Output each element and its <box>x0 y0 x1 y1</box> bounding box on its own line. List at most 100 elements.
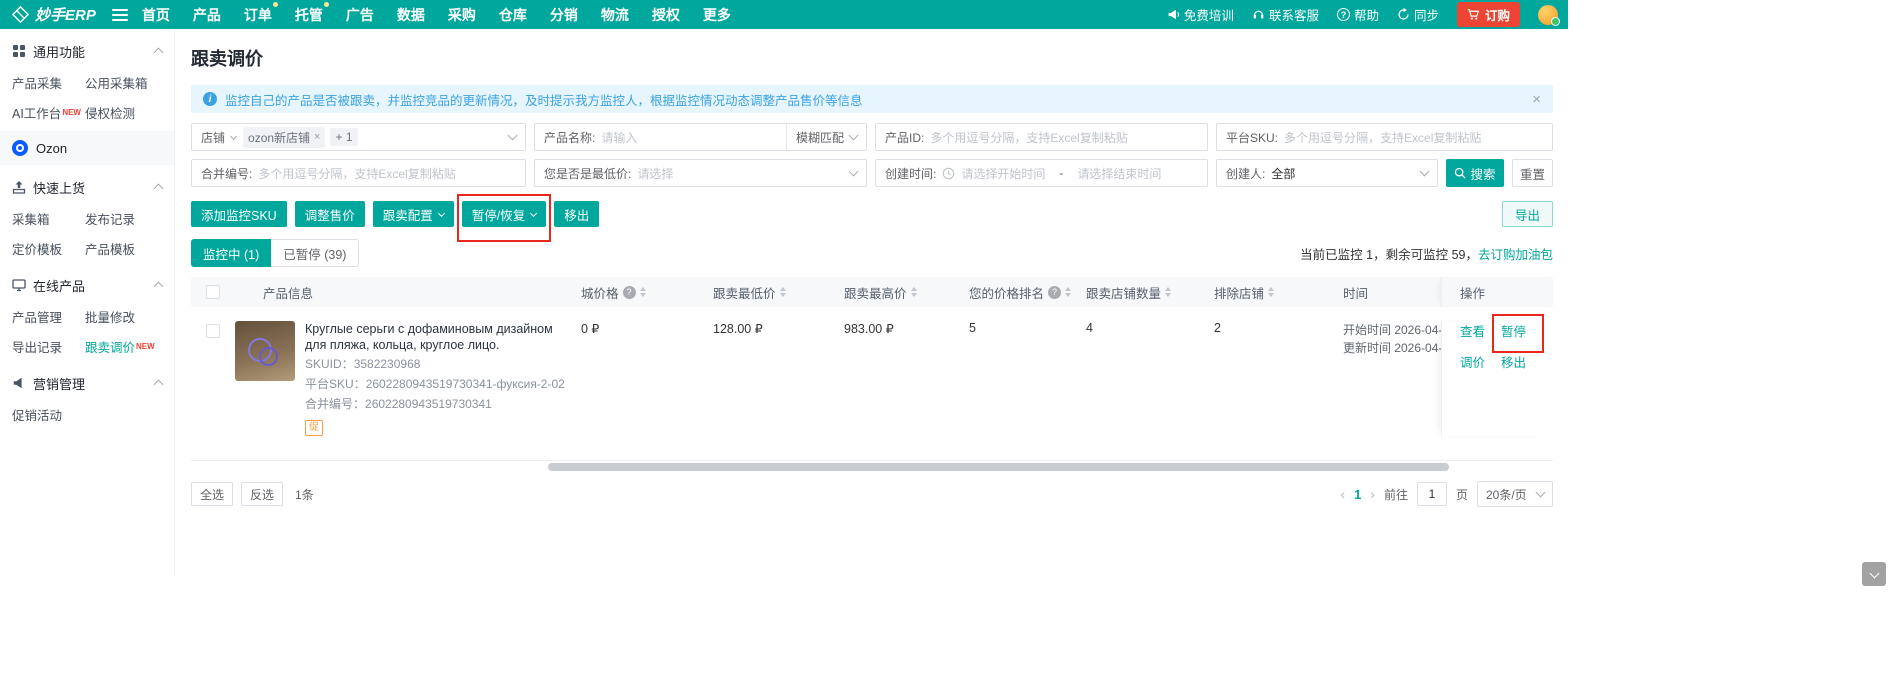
help-label: 帮助 <box>1353 9 1379 23</box>
nav-item-managed[interactable]: 托管 <box>295 1 329 25</box>
time-separator: - <box>1059 166 1064 180</box>
user-avatar[interactable] <box>1538 4 1560 26</box>
shop-tag-label: ozon新店铺 <box>248 130 311 145</box>
match-mode-select[interactable]: 模糊匹配 <box>785 124 859 150</box>
pause-resume-button[interactable]: 暂停/恢复 <box>461 201 547 227</box>
creator-select[interactable]: 创建人: 全部 <box>1216 159 1438 187</box>
pause-link[interactable]: 暂停 <box>1501 325 1526 339</box>
adjust-price-link[interactable]: 调价 <box>1460 352 1485 371</box>
nav-item-distribution[interactable]: 分销 <box>550 5 578 25</box>
nav-item-ads[interactable]: 广告 <box>346 5 374 25</box>
nav-item-authorization[interactable]: 授权 <box>652 5 680 25</box>
product-name-placeholder: 请输入 <box>601 130 638 145</box>
platform-sku-placeholder: 多个用逗号分隔，支持Excel复制粘贴 <box>1284 130 1482 145</box>
sidebar-item-promotions[interactable]: 促销活动 <box>12 399 85 429</box>
chevron-down-icon <box>848 166 859 177</box>
lowest-price-select[interactable]: 您是否是最低价: 请选择 <box>534 159 867 187</box>
nav-item-products[interactable]: 产品 <box>193 5 221 25</box>
chevron-down-icon <box>1869 568 1879 578</box>
nav-item-warehouse[interactable]: 仓库 <box>499 5 527 25</box>
tab-monitoring[interactable]: 监控中 (1) <box>191 239 272 267</box>
adjust-price-button[interactable]: 调整售价 <box>294 201 365 227</box>
merge-number-label: 合并编号: <box>201 166 253 181</box>
sort-icon[interactable] <box>639 287 646 297</box>
select-all-button[interactable]: 全选 <box>191 482 234 506</box>
question-icon[interactable]: ? <box>1048 285 1062 299</box>
nav-item-logistics[interactable]: 物流 <box>601 5 629 25</box>
sort-icon[interactable] <box>1065 287 1072 297</box>
free-training-link[interactable]: 免费培训 <box>1167 5 1234 24</box>
search-icon <box>1455 167 1467 179</box>
current-page[interactable]: 1 <box>1354 487 1361 502</box>
sidebar-group-marketing[interactable]: 营销管理 <box>0 367 174 399</box>
product-name-input[interactable]: 产品名称: 请输入 模糊匹配 <box>534 123 867 151</box>
sidebar-item-pricing-template[interactable]: 定价模板 <box>12 233 85 263</box>
sidebar-items-online-products: 产品管理 批量修改 导出记录 跟卖调价 NEW <box>0 301 174 361</box>
shop-filter-select[interactable]: 店铺 ozon新店铺 × + 1 <box>191 123 526 151</box>
scroll-corner-button[interactable] <box>1862 562 1886 586</box>
sidebar-group-title: 营销管理 <box>33 376 86 392</box>
nav-item-orders[interactable]: 订单 <box>244 1 278 25</box>
subscribe-button[interactable]: 订购 <box>1456 2 1520 27</box>
close-icon[interactable]: × <box>1532 91 1541 108</box>
tab-paused[interactable]: 已暂停 (39) <box>271 239 360 267</box>
sidebar-item-public-collect-box[interactable]: 公用采集箱 <box>85 67 174 97</box>
sort-icon[interactable] <box>1165 287 1172 297</box>
create-time-range-picker[interactable]: 创建时间: 请选择开始时间 - 请选择结束时间 <box>875 159 1208 187</box>
product-cell: Круглые серьги с дофаминовым дизайном дл… <box>235 321 581 436</box>
sidebar-item-batch-edit[interactable]: 批量修改 <box>85 301 174 331</box>
product-id-input[interactable]: 产品ID: 多个用逗号分隔，支持Excel复制粘贴 <box>875 123 1208 151</box>
nav-item-data[interactable]: 数据 <box>397 5 425 25</box>
sync-link[interactable]: 同步 <box>1397 5 1439 24</box>
sidebar-item-publish-records[interactable]: 发布记录 <box>85 203 174 233</box>
info-icon: i <box>203 92 217 106</box>
page-size-value: 20条/页 <box>1486 487 1527 502</box>
remove-link[interactable]: 移出 <box>1501 352 1526 371</box>
follow-sell-config-button[interactable]: 跟卖配置 <box>372 201 454 227</box>
sidebar-item-product-management[interactable]: 产品管理 <box>12 301 85 331</box>
sidebar-group-quick-listing[interactable]: 快速上货 <box>0 171 174 203</box>
sidebar-item-export-records[interactable]: 导出记录 <box>12 331 85 361</box>
select-all-checkbox[interactable] <box>206 285 220 299</box>
row-checkbox[interactable] <box>206 324 220 338</box>
create-time-label: 创建时间: <box>885 166 937 181</box>
merge-number-input[interactable]: 合并编号: 多个用逗号分隔，支持Excel复制粘贴 <box>191 159 526 187</box>
goto-page-input[interactable] <box>1416 482 1447 506</box>
app-logo[interactable]: 妙手ERP <box>12 4 96 25</box>
sidebar-item-ai-workbench[interactable]: AI工作台 NEW <box>12 97 85 127</box>
sort-icon[interactable] <box>779 287 786 297</box>
sidebar-item-product-collect[interactable]: 产品采集 <box>12 67 85 97</box>
time-cell: 开始时间 2026-04-0 更新时间 2026-04-0 <box>1329 321 1441 436</box>
page-size-select[interactable]: 20条/页 <box>1477 481 1553 507</box>
sidebar-item-product-template[interactable]: 产品模板 <box>85 233 174 263</box>
remove-button[interactable]: 移出 <box>554 201 600 227</box>
sort-icon[interactable] <box>910 287 917 297</box>
contact-support-link[interactable]: 联系客服 <box>1252 5 1319 24</box>
export-button[interactable]: 导出 <box>1501 201 1553 227</box>
sidebar-item-infringement-check[interactable]: 侵权检测 <box>85 97 174 127</box>
buy-addon-link[interactable]: 去订购加油包 <box>1478 248 1553 262</box>
reset-button[interactable]: 重置 <box>1512 159 1553 187</box>
sidebar-item-collect-box[interactable]: 采集箱 <box>12 203 85 233</box>
question-icon[interactable]: ? <box>622 285 636 299</box>
nav-item-home[interactable]: 首页 <box>142 5 170 25</box>
next-page-icon[interactable]: › <box>1370 486 1375 502</box>
prev-page-icon[interactable]: ‹ <box>1340 486 1345 502</box>
help-link[interactable]: ? 帮助 <box>1336 5 1379 24</box>
nav-item-purchase[interactable]: 采购 <box>448 5 476 25</box>
add-monitor-sku-button[interactable]: 添加监控SKU <box>191 201 287 227</box>
search-button[interactable]: 搜索 <box>1446 159 1504 187</box>
shop-tag[interactable]: ozon新店铺 × <box>243 126 326 148</box>
sidebar-group-online-products[interactable]: 在线产品 <box>0 269 174 301</box>
sidebar-item-follow-sell-pricing[interactable]: 跟卖调价 NEW <box>85 331 174 361</box>
horizontal-scrollbar-thumb[interactable] <box>548 463 1449 471</box>
sidebar-platform-ozon[interactable]: Ozon <box>0 131 174 165</box>
sort-icon[interactable] <box>1268 287 1275 297</box>
platform-sku-input[interactable]: 平台SKU: 多个用逗号分隔，支持Excel复制粘贴 <box>1216 123 1553 151</box>
invert-selection-button[interactable]: 反选 <box>241 482 284 506</box>
sidebar-group-general[interactable]: 通用功能 <box>0 35 174 67</box>
close-icon[interactable]: × <box>314 131 320 143</box>
nav-item-more[interactable]: 更多 <box>703 5 731 25</box>
hamburger-menu-icon[interactable] <box>111 8 128 21</box>
view-link[interactable]: 查看 <box>1460 321 1485 340</box>
